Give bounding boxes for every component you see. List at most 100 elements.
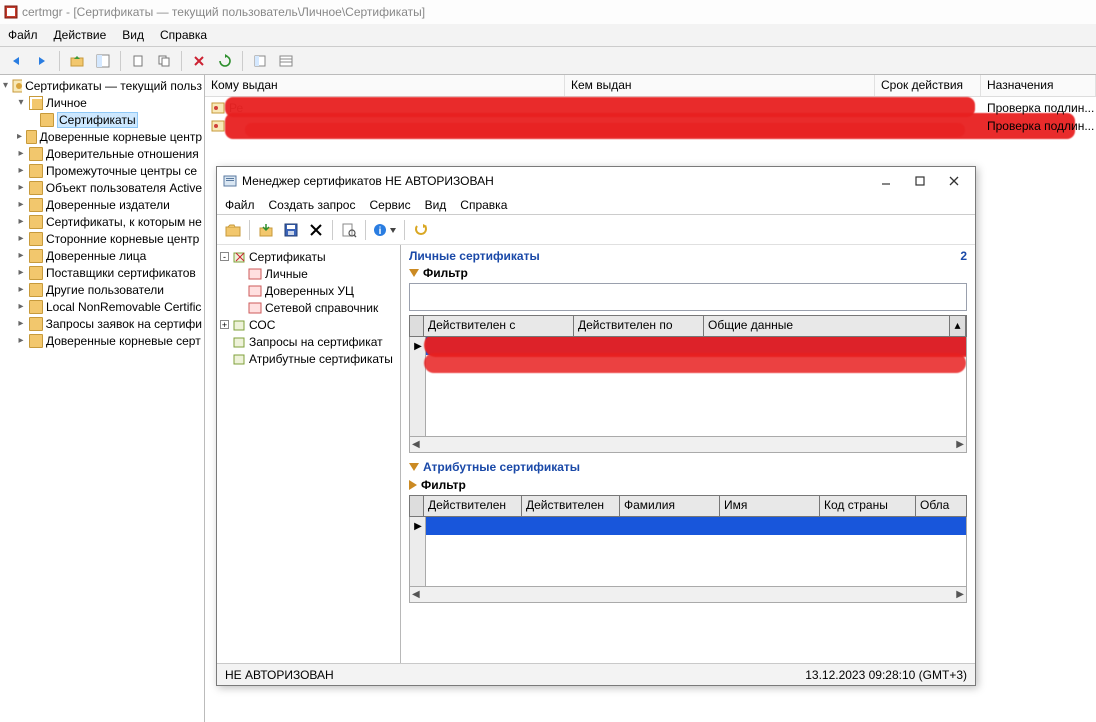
col-issued-to[interactable]: Кому выдан bbox=[205, 75, 565, 96]
cert-icon bbox=[211, 119, 225, 133]
g2c4[interactable]: Имя bbox=[720, 496, 820, 516]
grid1-hscroll[interactable]: ◀▶ bbox=[409, 437, 967, 453]
menu-action[interactable]: Действие bbox=[54, 28, 107, 42]
maximize-button[interactable] bbox=[903, 170, 937, 192]
cut-icon[interactable] bbox=[126, 50, 150, 72]
g2c1[interactable]: Действителен bbox=[424, 496, 522, 516]
col-expiry[interactable]: Срок действия bbox=[875, 75, 981, 96]
close-button[interactable] bbox=[937, 170, 971, 192]
g1c2[interactable]: Действителен по bbox=[574, 316, 704, 336]
folder-icon bbox=[29, 198, 43, 212]
open-icon[interactable] bbox=[221, 219, 245, 241]
tree-item[interactable]: Другие пользователи bbox=[46, 283, 164, 297]
sw-menu-service[interactable]: Сервис bbox=[369, 198, 410, 212]
list-row[interactable] bbox=[207, 117, 225, 135]
row2-purpose: Проверка подлин... bbox=[987, 119, 1094, 133]
tree-item[interactable]: Сертификаты, к которым не bbox=[46, 215, 202, 229]
folder-icon bbox=[29, 249, 43, 263]
sw-menu-file[interactable]: Файл bbox=[225, 198, 255, 212]
folder-icon bbox=[29, 266, 43, 280]
preview-icon[interactable] bbox=[337, 219, 361, 241]
sw-tree-root[interactable]: Сертификаты bbox=[249, 250, 326, 264]
tree-item[interactable]: Промежуточные центры се bbox=[46, 164, 197, 178]
info-dropdown-icon[interactable]: i bbox=[370, 219, 400, 241]
g2c6[interactable]: Обла bbox=[916, 496, 966, 516]
up-folder-icon[interactable] bbox=[65, 50, 89, 72]
back-icon[interactable] bbox=[4, 50, 28, 72]
delete-x-icon[interactable] bbox=[304, 219, 328, 241]
menu-help[interactable]: Справка bbox=[160, 28, 207, 42]
menu-view[interactable]: Вид bbox=[122, 28, 144, 42]
menu-file[interactable]: Файл bbox=[8, 28, 38, 42]
grid2-hscroll[interactable]: ◀▶ bbox=[409, 587, 967, 603]
col-purpose[interactable]: Назначения bbox=[981, 75, 1096, 96]
cert-icon bbox=[211, 101, 225, 115]
refresh-icon[interactable] bbox=[213, 50, 237, 72]
sw-menu-view[interactable]: Вид bbox=[425, 198, 447, 212]
sw-tree-personal[interactable]: Личные bbox=[265, 267, 308, 281]
refresh-yellow-icon[interactable] bbox=[409, 219, 433, 241]
tree-root[interactable]: Сертификаты — текущий польз bbox=[25, 79, 202, 93]
main-tree[interactable]: ▾Сертификаты — текущий польз ▾Личное Сер… bbox=[0, 75, 205, 722]
attr-icon bbox=[232, 352, 246, 366]
tree-item[interactable]: Запросы заявок на сертифи bbox=[46, 317, 202, 331]
save-icon[interactable] bbox=[279, 219, 303, 241]
subwin-statusbar: НЕ АВТОРИЗОВАН 13.12.2023 09:28:10 (GMT+… bbox=[217, 663, 975, 685]
grid1-body[interactable]: ▶ bbox=[409, 337, 967, 437]
request-icon bbox=[232, 335, 246, 349]
export-icon[interactable] bbox=[248, 50, 272, 72]
sw-tree-attr[interactable]: Атрибутные сертификаты bbox=[249, 352, 393, 366]
tree-item[interactable]: Поставщики сертификатов bbox=[46, 266, 196, 280]
import-icon[interactable] bbox=[254, 219, 278, 241]
tree-certs[interactable]: Сертификаты bbox=[57, 112, 138, 128]
show-tree-icon[interactable] bbox=[91, 50, 115, 72]
sw-tree-trusted[interactable]: Доверенных УЦ bbox=[265, 284, 354, 298]
list-icon[interactable] bbox=[274, 50, 298, 72]
attr-section-header[interactable]: Атрибутные сертификаты bbox=[401, 459, 975, 477]
tree-item[interactable]: Объект пользователя Active bbox=[46, 181, 202, 195]
main-toolbar bbox=[0, 46, 1096, 74]
tree-item[interactable]: Local NonRemovable Certific bbox=[46, 300, 201, 314]
g2c2[interactable]: Действителен bbox=[522, 496, 620, 516]
g2c5[interactable]: Код страны bbox=[820, 496, 916, 516]
row1-purpose: Проверка подлин... bbox=[987, 101, 1094, 115]
list-header: Кому выдан Кем выдан Срок действия Назна… bbox=[205, 75, 1096, 97]
cert-item-icon bbox=[248, 301, 262, 315]
g1c3[interactable]: Общие данные bbox=[704, 316, 950, 336]
tree-item[interactable]: Доверенные корневые серт bbox=[46, 334, 201, 348]
main-menubar: Файл Действие Вид Справка bbox=[0, 24, 1096, 46]
sw-tree-net[interactable]: Сетевой справочник bbox=[265, 301, 378, 315]
tree-personal[interactable]: Личное bbox=[46, 96, 87, 110]
tree-item[interactable]: Доверительные отношения bbox=[46, 147, 199, 161]
attr-filter-toggle[interactable]: Фильтр bbox=[401, 477, 975, 495]
delete-icon[interactable] bbox=[187, 50, 211, 72]
cert-manager-window: Менеджер сертификатов НЕ АВТОРИЗОВАН Фай… bbox=[216, 166, 976, 686]
cert-group-icon bbox=[232, 250, 246, 264]
filter-toggle[interactable]: Фильтр bbox=[401, 265, 975, 283]
sw-menu-help[interactable]: Справка bbox=[460, 198, 507, 212]
g1c1[interactable]: Действителен с bbox=[424, 316, 574, 336]
tree-item[interactable]: Доверенные лица bbox=[46, 249, 146, 263]
folder-icon bbox=[29, 334, 43, 348]
title-path: [Сертификаты — текущий пользователь\Личн… bbox=[73, 5, 425, 19]
forward-icon[interactable] bbox=[30, 50, 54, 72]
g2c3[interactable]: Фамилия bbox=[620, 496, 720, 516]
sw-menu-create[interactable]: Создать запрос bbox=[269, 198, 356, 212]
folder-icon bbox=[29, 215, 43, 229]
tree-item[interactable]: Доверенные корневые центр bbox=[40, 130, 202, 144]
sw-tree-requests[interactable]: Запросы на сертификат bbox=[249, 335, 383, 349]
copy-icon[interactable] bbox=[152, 50, 176, 72]
tree-item[interactable]: Доверенные издатели bbox=[46, 198, 170, 212]
filter-input[interactable] bbox=[409, 283, 967, 311]
minimize-button[interactable] bbox=[869, 170, 903, 192]
sw-tree-crl[interactable]: СОС bbox=[249, 318, 275, 332]
tree-item[interactable]: Сторонние корневые центр bbox=[46, 232, 199, 246]
grid2-body[interactable]: ▶ bbox=[409, 517, 967, 587]
folder-icon bbox=[40, 113, 54, 127]
folder-icon bbox=[29, 181, 43, 195]
subwin-tree[interactable]: -Сертификаты Личные Доверенных УЦ Сетево… bbox=[217, 245, 401, 663]
subwin-menubar: Файл Создать запрос Сервис Вид Справка bbox=[217, 195, 975, 215]
col-issued-by[interactable]: Кем выдан bbox=[565, 75, 875, 96]
status-right: 13.12.2023 09:28:10 (GMT+3) bbox=[805, 668, 967, 682]
filter-label: Фильтр bbox=[423, 266, 468, 280]
